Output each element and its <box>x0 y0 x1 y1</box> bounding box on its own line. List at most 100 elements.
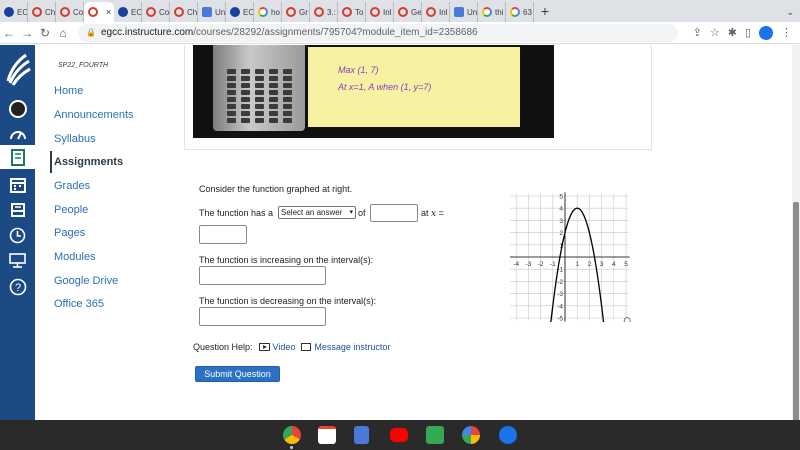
home-icon[interactable]: ⌂ <box>54 26 72 40</box>
photos-icon[interactable] <box>462 426 480 444</box>
inbox-icon[interactable] <box>8 200 27 219</box>
y-tick-label: 5 <box>559 194 563 201</box>
browser-tab[interactable]: Un <box>450 2 478 22</box>
calculator-key <box>269 83 278 88</box>
browser-tab[interactable]: Gr <box>282 2 310 22</box>
browser-tab[interactable]: thi <box>478 2 506 22</box>
red-circle-icon <box>314 7 324 17</box>
browser-tab[interactable]: × <box>84 2 114 22</box>
y-tick-label: -4 <box>557 303 563 310</box>
calendar-icon[interactable] <box>8 175 27 194</box>
calculator-key <box>283 69 292 74</box>
course-nav-announcements[interactable]: Announcements <box>54 109 134 121</box>
browser-tab[interactable]: To <box>338 2 366 22</box>
red-circle-icon <box>88 7 98 17</box>
account-avatar[interactable] <box>8 99 27 118</box>
x-location-input[interactable] <box>199 225 247 244</box>
tab-title: To <box>355 7 364 17</box>
browser-tab[interactable]: Inl <box>366 2 394 22</box>
y-tick-label: 4 <box>559 206 563 213</box>
star-icon[interactable]: ☆ <box>710 26 720 39</box>
gmail-icon[interactable] <box>318 426 336 444</box>
embedded-video[interactable]: Max (1, 7) At x=1, A when (1, y=7) <box>193 45 554 138</box>
chrome-icon[interactable] <box>283 426 301 444</box>
variable-x: x <box>431 209 437 219</box>
google-icon <box>510 7 520 17</box>
browser-tab[interactable]: Ch <box>170 2 198 22</box>
reload-icon[interactable]: ↻ <box>36 26 54 40</box>
institution-logo-icon[interactable] <box>4 51 31 87</box>
forward-arrow-icon[interactable]: → <box>18 26 36 40</box>
menu-kebab-icon[interactable]: ⋮ <box>781 26 792 39</box>
history-icon[interactable] <box>8 226 27 245</box>
sidepanel-icon[interactable]: ▯ <box>745 26 751 39</box>
browser-tab[interactable]: Co <box>142 2 170 22</box>
x-tick-label: 1 <box>575 261 579 268</box>
course-nav-people[interactable]: People <box>54 204 88 216</box>
calculator-key <box>241 104 250 109</box>
close-icon[interactable]: × <box>106 7 111 17</box>
decreasing-interval-input[interactable] <box>199 307 326 326</box>
video-help-link[interactable]: Video <box>258 342 295 352</box>
video-icon <box>258 343 270 351</box>
browser-tab[interactable]: Ch <box>28 2 56 22</box>
browser-tab[interactable]: EC <box>0 2 28 22</box>
tab-title: Gr <box>299 7 308 17</box>
message-instructor-link[interactable]: Message instructor <box>301 342 390 352</box>
calculator-key <box>241 83 250 88</box>
share-icon[interactable]: ⇪ <box>693 26 702 39</box>
meet-icon[interactable] <box>426 426 444 444</box>
chevron-down-icon: ▾ <box>349 209 353 216</box>
page-scrollbar[interactable] <box>792 45 800 434</box>
dashboard-icon[interactable] <box>8 124 27 143</box>
profile-avatar[interactable] <box>759 25 773 40</box>
tab-title: Ge <box>411 7 422 17</box>
whiteboard-paper: Max (1, 7) At x=1, A when (1, y=7) <box>308 47 520 127</box>
course-nav-office-365[interactable]: Office 365 <box>54 298 104 310</box>
browser-tab[interactable]: Co <box>56 2 84 22</box>
browser-tab[interactable]: Ge <box>394 2 422 22</box>
at-word: at <box>421 208 429 218</box>
course-nav-syllabus[interactable]: Syllabus <box>54 133 96 145</box>
help-icon[interactable]: ? <box>8 277 27 296</box>
increasing-interval-input[interactable] <box>199 266 326 285</box>
course-nav-google-drive[interactable]: Google Drive <box>54 275 118 287</box>
studio-icon[interactable] <box>8 251 27 270</box>
course-nav-grades[interactable]: Grades <box>54 180 90 192</box>
submit-question-button[interactable]: Submit Question <box>195 366 280 382</box>
docs-icon[interactable] <box>354 426 369 444</box>
extremum-value-input[interactable] <box>370 204 418 222</box>
extensions-icon[interactable]: ✱ <box>728 26 737 39</box>
select-value: Select an answer <box>281 208 343 217</box>
course-nav-pages[interactable]: Pages <box>54 227 85 239</box>
back-arrow-icon[interactable]: ← <box>0 26 18 40</box>
calculator-key <box>227 104 236 109</box>
browser-tab[interactable]: 63 <box>506 2 534 22</box>
browser-tab[interactable]: EC <box>114 2 142 22</box>
course-nav-home[interactable]: Home <box>54 85 83 97</box>
browser-tab[interactable]: 3.: <box>310 2 338 22</box>
red-circle-icon <box>174 7 184 17</box>
address-bar[interactable]: 🔒 egcc.instructure.com/courses/28292/ass… <box>78 23 678 42</box>
new-tab-button[interactable]: + <box>534 2 556 22</box>
red-circle-icon <box>398 7 408 17</box>
calculator-key <box>269 90 278 95</box>
url-path: /courses/28292/assignments/795704?module… <box>193 27 478 38</box>
courses-icon[interactable] <box>8 148 27 167</box>
scrollbar-thumb[interactable] <box>793 202 799 434</box>
help-label: Question Help: <box>193 342 253 352</box>
phone-app-icon[interactable] <box>499 426 517 444</box>
browser-tab[interactable]: Inl <box>422 2 450 22</box>
calculator-key <box>255 111 264 116</box>
calculator-key <box>283 97 292 102</box>
extremum-type-select[interactable]: Select an answer ▾ <box>278 206 356 219</box>
youtube-icon[interactable] <box>390 428 408 442</box>
course-nav-assignments[interactable]: Assignments <box>54 156 123 168</box>
browser-tab[interactable]: ho <box>254 2 282 22</box>
browser-tab[interactable]: EC <box>226 2 254 22</box>
course-nav-modules[interactable]: Modules <box>54 251 96 263</box>
calculator-key <box>283 118 292 123</box>
canvas-icon <box>230 7 240 17</box>
browser-tab[interactable]: Un <box>198 2 226 22</box>
tab-search-chevron-icon[interactable]: ⌄ <box>780 7 800 22</box>
